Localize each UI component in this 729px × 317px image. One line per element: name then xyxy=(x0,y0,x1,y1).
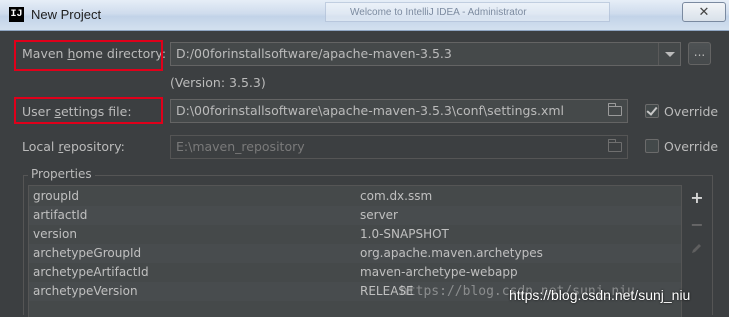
maven-version-text: (Version: 3.5.3) xyxy=(170,75,266,90)
folder-icon[interactable] xyxy=(608,139,622,152)
property-value: 1.0-SNAPSHOT xyxy=(360,227,449,241)
local-repository-label: Local repository: xyxy=(22,139,125,154)
intellij-app-icon: IJ xyxy=(9,7,24,22)
properties-title: Properties xyxy=(28,167,95,181)
window-close-button[interactable]: ✕ xyxy=(682,2,726,22)
maven-home-combobox[interactable]: D:/00forinstallsoftware/apache-maven-3.5… xyxy=(170,42,681,66)
local-repository-override-checkbox[interactable] xyxy=(645,139,659,153)
user-settings-highlight-box xyxy=(14,97,163,124)
window-title-bar: IJ New Project Welcome to IntelliJ IDEA … xyxy=(0,0,729,31)
property-value: org.apache.maven.archetypes xyxy=(360,246,543,260)
folder-icon[interactable] xyxy=(608,103,622,116)
user-settings-field[interactable]: D:\00forinstallsoftware\apache-maven-3.5… xyxy=(170,99,628,123)
edit-pencil-icon[interactable] xyxy=(691,242,703,254)
local-repository-override-label[interactable]: Override xyxy=(664,139,718,154)
property-key: archetypeArtifactId xyxy=(33,265,149,279)
user-settings-override-label[interactable]: Override xyxy=(664,104,718,119)
table-row[interactable]: archetypeArtifactId maven-archetype-weba… xyxy=(29,263,681,282)
property-value: maven-archetype-webapp xyxy=(360,265,518,279)
property-key: version xyxy=(33,227,77,241)
add-property-button[interactable]: + xyxy=(689,190,705,206)
local-repository-field[interactable]: E:\maven_repository xyxy=(170,135,628,159)
checkmark-icon xyxy=(646,104,658,116)
maven-home-highlight-box xyxy=(14,40,163,71)
property-key: archetypeGroupId xyxy=(33,246,142,260)
user-settings-override-checkbox[interactable] xyxy=(645,104,659,118)
csdn-url-overlay: https://blog.csdn.net/sunj_niu xyxy=(509,287,691,303)
property-value: com.dx.ssm xyxy=(360,189,433,203)
table-row[interactable]: artifactId server xyxy=(29,206,681,225)
property-key: archetypeVersion xyxy=(33,284,138,298)
property-key: groupId xyxy=(33,189,80,203)
remove-property-button[interactable]: − xyxy=(689,217,705,233)
chevron-down-icon[interactable] xyxy=(658,43,680,65)
property-key: artifactId xyxy=(33,208,88,222)
property-value: server xyxy=(360,208,398,222)
window-title: New Project xyxy=(31,7,102,22)
table-row[interactable]: groupId com.dx.ssm xyxy=(29,187,681,206)
maven-home-browse-button[interactable]: ... xyxy=(688,42,711,65)
background-window-tab: Welcome to IntelliJ IDEA - Administrator xyxy=(325,2,610,22)
table-row[interactable]: archetypeGroupId org.apache.maven.archet… xyxy=(29,244,681,263)
table-row[interactable]: version 1.0-SNAPSHOT xyxy=(29,225,681,244)
